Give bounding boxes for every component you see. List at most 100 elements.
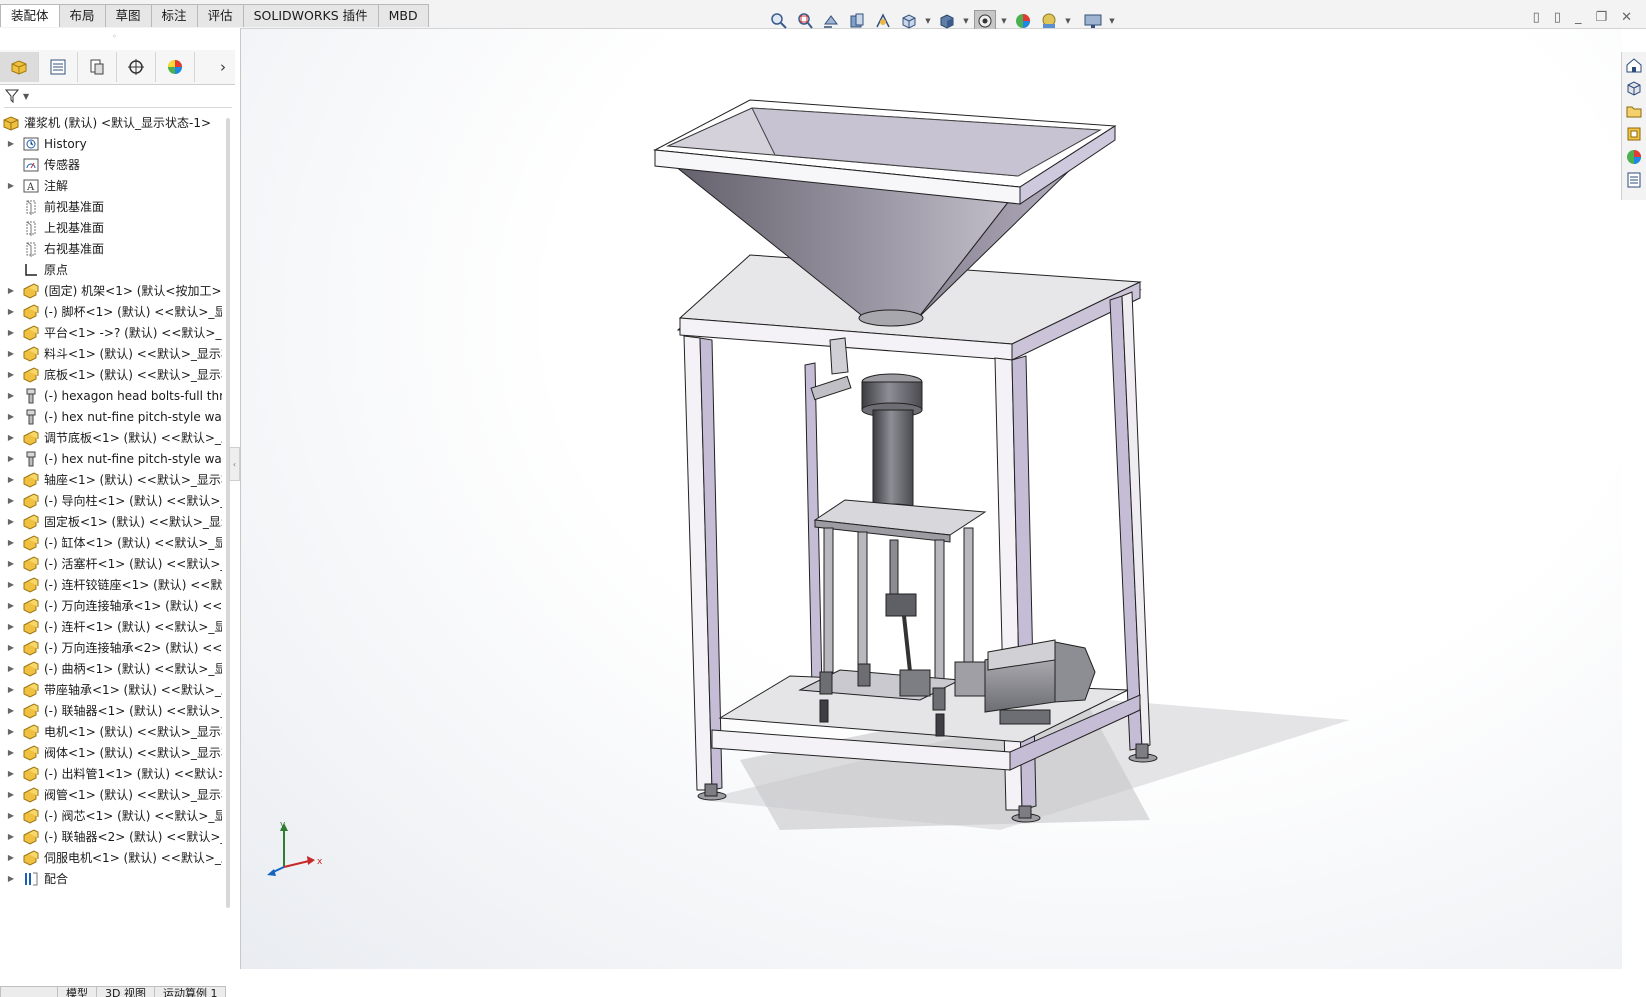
tree-item[interactable]: ▶ (-) 联轴器<1> (默认) <<默认>_ [0, 700, 222, 721]
tree-item[interactable]: ▶ (-) 连杆铰链座<1> (默认) <<默 [0, 574, 222, 595]
tab-mbd[interactable]: MBD [377, 4, 429, 27]
expand-arrow-icon[interactable]: ▶ [6, 433, 16, 442]
feature-manager-icon[interactable] [0, 52, 39, 82]
expand-arrow-icon[interactable]: ▶ [6, 475, 16, 484]
tab-solidworks-addins[interactable]: SOLIDWORKS 插件 [242, 4, 379, 27]
panel-collapse-handle[interactable]: ‹ [229, 447, 240, 481]
expand-arrow-icon[interactable]: ▶ [6, 496, 16, 505]
tree-item[interactable]: ▶ 配合 [0, 868, 222, 889]
tree-item[interactable]: ▶ A 注解 [0, 175, 222, 196]
expand-arrow-icon[interactable]: ▶ [6, 664, 16, 673]
property-manager-icon[interactable] [39, 52, 78, 82]
expand-arrow-icon[interactable]: ▶ [6, 349, 16, 358]
tree-item[interactable]: ▶ (-) hex nut-fine pitch-style was [0, 448, 222, 469]
bottom-tab-motion-study[interactable]: 运动算例 1 [153, 986, 227, 997]
appearances-icon[interactable] [1624, 147, 1644, 167]
expand-arrow-icon[interactable]: ▶ [6, 811, 16, 820]
expand-arrow-icon[interactable]: ▶ [6, 580, 16, 589]
file-explorer-icon[interactable] [1624, 101, 1644, 121]
tab-evaluate[interactable]: 评估 [196, 4, 244, 27]
tree-item[interactable]: 原点 [0, 259, 222, 280]
expand-arrow-icon[interactable]: ▶ [6, 559, 16, 568]
restore-right-icon[interactable]: ▯ [1554, 10, 1561, 25]
configuration-manager-icon[interactable] [78, 52, 117, 82]
expand-arrow-icon[interactable]: ▶ [6, 601, 16, 610]
close-icon[interactable]: ✕ [1621, 10, 1632, 25]
tree-item[interactable]: ▶ (-) 联轴器<2> (默认) <<默认>_ [0, 826, 222, 847]
custom-properties-icon[interactable] [1624, 170, 1644, 190]
bottom-tab-model[interactable]: 模型 [57, 986, 97, 997]
expand-arrow-icon[interactable]: ▶ [6, 412, 16, 421]
tree-item[interactable]: ▶ (-) 连杆<1> (默认) <<默认>_显 [0, 616, 222, 637]
expand-arrow-icon[interactable]: ▶ [6, 139, 16, 148]
view-palette-icon[interactable] [1624, 124, 1644, 144]
tree-item[interactable]: ▶ 料斗<1> (默认) <<默认>_显示状 [0, 343, 222, 364]
tree-item[interactable]: ▶ 阀管<1> (默认) <<默认>_显示状 [0, 784, 222, 805]
tree-item[interactable]: ▶ (-) 万向连接轴承<1> (默认) << [0, 595, 222, 616]
tree-item[interactable]: 传感器 [0, 154, 222, 175]
tree-item[interactable]: 前视基准面 [0, 196, 222, 217]
expand-arrow-icon[interactable]: ▶ [6, 727, 16, 736]
tree-item[interactable]: ▶ 阀体<1> (默认) <<默认>_显示状 [0, 742, 222, 763]
expand-arrow-icon[interactable]: ▶ [6, 454, 16, 463]
display-manager-icon[interactable] [156, 52, 195, 82]
expand-arrow-icon[interactable]: ▶ [6, 307, 16, 316]
tree-item[interactable]: ▶ (固定) 机架<1> (默认<按加工>) [0, 280, 222, 301]
minimize-icon[interactable]: _ [1575, 10, 1582, 25]
tab-sketch[interactable]: 草图 [104, 4, 152, 27]
tree-item[interactable]: ▶ (-) 曲柄<1> (默认) <<默认>_显 [0, 658, 222, 679]
expand-arrow-icon[interactable]: ▶ [6, 328, 16, 337]
tree-root-assembly[interactable]: 灌浆机 (默认) <默认_显示状态-1> [0, 112, 222, 133]
tree-item[interactable]: ▶ (-) 出料管1<1> (默认) <<默认>_ [0, 763, 222, 784]
tree-item[interactable]: ▶ (-) hex nut-fine pitch-style was [0, 406, 222, 427]
tree-item[interactable]: ▶ 电机<1> (默认) <<默认>_显示状 [0, 721, 222, 742]
tree-item[interactable]: ▶ (-) 缸体<1> (默认) <<默认>_显 [0, 532, 222, 553]
home-icon[interactable] [1624, 55, 1644, 75]
tree-item[interactable]: ▶ (-) 阀芯<1> (默认) <<默认>_显 [0, 805, 222, 826]
tree-item[interactable]: ▶ 调节底板<1> (默认) <<默认>_显 [0, 427, 222, 448]
tree-item[interactable]: ▶ (-) 脚杯<1> (默认) <<默认>_显 [0, 301, 222, 322]
chevron-right-icon[interactable]: › [220, 58, 226, 76]
expand-arrow-icon[interactable]: ▶ [6, 874, 16, 883]
expand-arrow-icon[interactable]: ▶ [6, 748, 16, 757]
maximize-icon[interactable]: ❐ [1595, 10, 1607, 25]
panel-grip-icon[interactable]: ◦ [112, 32, 120, 41]
expand-arrow-icon[interactable]: ▶ [6, 517, 16, 526]
tree-item[interactable]: ▶ 底板<1> (默认) <<默认>_显示状 [0, 364, 222, 385]
tree-item[interactable]: 右视基准面 [0, 238, 222, 259]
bottom-tab-3d-views[interactable]: 3D 视图 [96, 986, 155, 997]
expand-arrow-icon[interactable]: ▶ [6, 181, 16, 190]
expand-arrow-icon[interactable]: ▶ [6, 286, 16, 295]
tree-item[interactable]: ▶ History [0, 133, 222, 154]
tree-item[interactable]: 上视基准面 [0, 217, 222, 238]
expand-arrow-icon[interactable]: ▶ [6, 643, 16, 652]
restore-left-icon[interactable]: ▯ [1533, 10, 1540, 25]
expand-arrow-icon[interactable]: ▶ [6, 538, 16, 547]
tab-assembly[interactable]: 装配体 [0, 4, 60, 27]
bottom-tab-blank[interactable] [0, 986, 58, 997]
tree-item[interactable]: ▶ 带座轴承<1> (默认) <<默认>_显 [0, 679, 222, 700]
tree-item[interactable]: ▶ 伺服电机<1> (默认) <<默认>_显 [0, 847, 222, 868]
expand-arrow-icon[interactable]: ▶ [6, 769, 16, 778]
expand-arrow-icon[interactable]: ▶ [6, 790, 16, 799]
filter-dropdown-icon[interactable]: ▼ [23, 92, 29, 101]
tree-item[interactable]: ▶ (-) 万向连接轴承<2> (默认) << [0, 637, 222, 658]
tree-item[interactable]: ▶ 平台<1> ->? (默认) <<默认>_显 [0, 322, 222, 343]
graphics-area[interactable]: y x [241, 29, 1622, 969]
expand-arrow-icon[interactable]: ▶ [6, 622, 16, 631]
dimxpert-manager-icon[interactable] [117, 52, 156, 82]
tree-item[interactable]: ▶ (-) hexagon head bolts-full thr [0, 385, 222, 406]
expand-arrow-icon[interactable]: ▶ [6, 391, 16, 400]
expand-arrow-icon[interactable]: ▶ [6, 370, 16, 379]
tab-layout[interactable]: 布局 [58, 4, 106, 27]
tree-item[interactable]: ▶ 固定板<1> (默认) <<默认>_显示 [0, 511, 222, 532]
tree-item[interactable]: ▶ (-) 活塞杆<1> (默认) <<默认>_ [0, 553, 222, 574]
tree-item[interactable]: ▶ 轴座<1> (默认) <<默认>_显示状 [0, 469, 222, 490]
expand-arrow-icon[interactable]: ▶ [6, 853, 16, 862]
expand-arrow-icon[interactable]: ▶ [6, 685, 16, 694]
3d-content-icon[interactable] [1624, 78, 1644, 98]
assembly-model-view[interactable] [241, 29, 1622, 969]
tab-markup[interactable]: 标注 [150, 4, 198, 27]
valve-assembly[interactable] [810, 337, 923, 517]
expand-arrow-icon[interactable]: ▶ [6, 832, 16, 841]
